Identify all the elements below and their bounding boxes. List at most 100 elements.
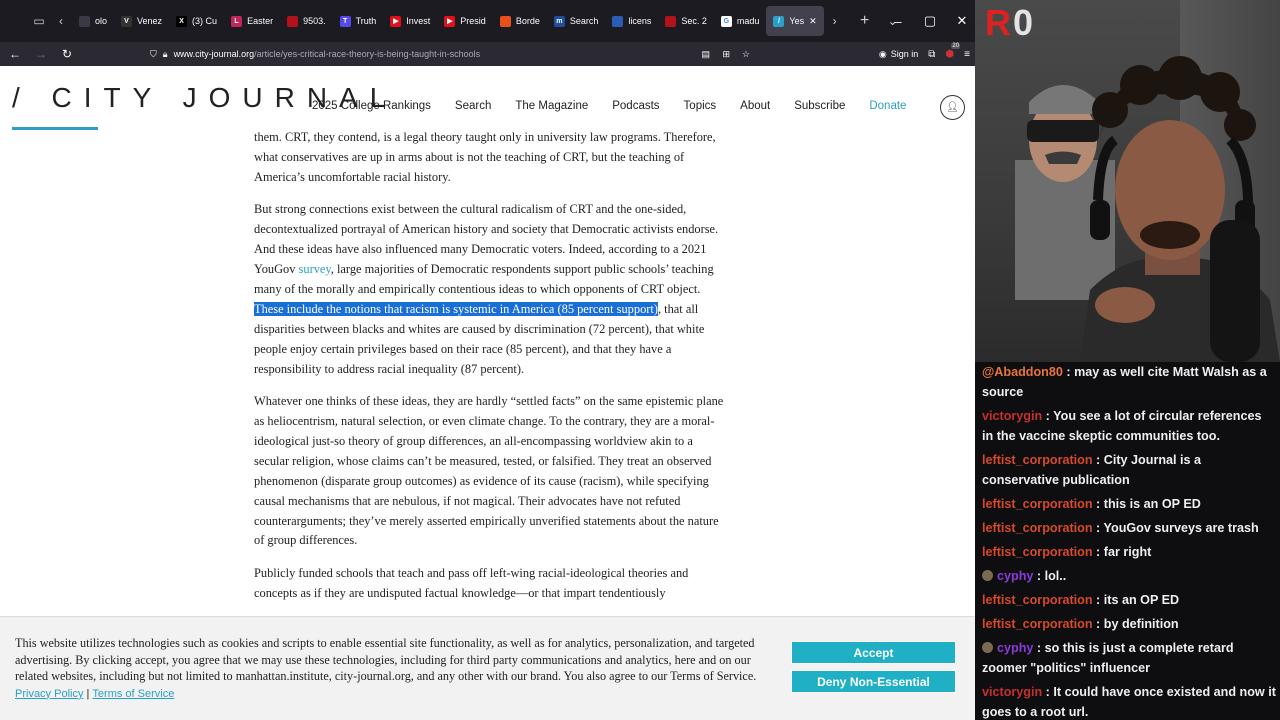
paragraph-1: them. CRT, they contend, is a legal theo…	[254, 130, 716, 184]
browser-tab[interactable]: m Search	[547, 6, 606, 36]
browser-tab[interactable]: 9503.	[280, 6, 333, 36]
chat-message: leftist_corporation : this is an OP ED	[982, 494, 1280, 518]
sign-in-button[interactable]: ◉ Sign in	[879, 49, 918, 60]
browser-tab[interactable]: ▶ Presid	[437, 6, 493, 36]
accept-button[interactable]: Accept	[791, 641, 956, 664]
minimize-icon[interactable]: –	[882, 14, 914, 29]
nav-donate[interactable]: Donate	[869, 100, 906, 112]
reading-progress-bar	[12, 127, 98, 130]
terms-of-service-link[interactable]: Terms of Service	[92, 688, 174, 700]
browser-nav-bar: ← → ↻ ⛉ 🔒︎ www.city-journal.org/article/…	[0, 42, 978, 66]
site-header: / CITY JOURNAL 2025 College Rankings Sea…	[0, 66, 978, 130]
browser-tab[interactable]: X (3) Cu	[169, 6, 224, 36]
lock-icon[interactable]: 🔒︎	[163, 49, 168, 60]
browser-tab[interactable]: Sec. 2	[658, 6, 714, 36]
chat-username[interactable]: victorygin	[982, 409, 1042, 423]
chat-username[interactable]: leftist_corporation	[982, 545, 1093, 559]
close-tab-icon[interactable]: ✕	[809, 16, 817, 27]
chat-username[interactable]: cyphy	[997, 569, 1033, 583]
chat-separator: :	[1092, 617, 1104, 631]
chat-text: its an OP ED	[1103, 593, 1180, 607]
chat-username[interactable]: cyphy	[997, 641, 1033, 655]
webcam-feed: R0	[975, 0, 1280, 362]
user-account-icon[interactable]: 👤︎	[940, 95, 965, 120]
window-controls: – ▢ ✕	[882, 0, 978, 42]
chat-text: far right	[1103, 545, 1152, 559]
tracking-shield-icon[interactable]: ⛉	[150, 49, 157, 60]
browser-tab[interactable]: T Truth	[333, 6, 384, 36]
nav-about[interactable]: About	[740, 100, 770, 112]
chat-username[interactable]: leftist_corporation	[982, 453, 1093, 467]
web-page: / CITY JOURNAL 2025 College Rankings Sea…	[0, 66, 978, 720]
browser-tab[interactable]: V Venez	[114, 6, 169, 36]
menu-icon[interactable]: ≡	[964, 49, 970, 60]
selected-text: These include the notions that racism is…	[254, 301, 658, 316]
user-badge-icon	[982, 642, 993, 653]
bookmark-star-icon[interactable]: ☆	[742, 49, 750, 60]
survey-link[interactable]: survey	[299, 262, 331, 276]
paragraph-2: But strong connections exist between the…	[254, 202, 719, 376]
new-tab-icon[interactable]: +	[854, 10, 876, 32]
tab-overview-icon[interactable]: ▭	[28, 10, 50, 32]
tab-favicon-icon	[287, 15, 299, 27]
privacy-policy-link[interactable]: Privacy Policy	[15, 688, 83, 700]
browser-tab[interactable]: / Yes ✕	[766, 6, 824, 36]
url-path: /article/yes-critical-race-theory-is-bei…	[254, 49, 481, 59]
tab-label: Easter	[247, 16, 274, 26]
nav-subscribe[interactable]: Subscribe	[794, 100, 845, 112]
tab-favicon-icon: L	[231, 15, 243, 27]
maximize-icon[interactable]: ▢	[914, 13, 946, 29]
url-bar[interactable]: ⛉ 🔒︎ www.city-journal.org/article/yes-cr…	[150, 45, 770, 63]
tab-label: Truth	[355, 16, 377, 26]
browser-tab[interactable]: L Easter	[224, 6, 280, 36]
tab-favicon-icon	[612, 15, 624, 27]
chat-separator: :	[1042, 685, 1054, 699]
browser-tab[interactable]: Gmadu	[714, 6, 767, 36]
browser-tab[interactable]: ▶ Invest	[383, 6, 437, 36]
tab-favicon-icon	[79, 15, 90, 27]
tab-label: olo	[95, 16, 108, 26]
back-icon[interactable]: ←	[2, 47, 28, 61]
nav-college-rankings[interactable]: 2025 College Rankings	[312, 100, 431, 112]
tab-label: 9503.	[303, 16, 326, 26]
reader-view-icon[interactable]: ▤	[701, 49, 710, 60]
tab-label: Yes	[789, 16, 805, 26]
nav-search[interactable]: Search	[455, 100, 491, 112]
browser-tab[interactable]: Borde	[493, 6, 547, 36]
chat-message: victorygin : It could have once existed …	[982, 682, 1280, 720]
tab-scroll-left-icon[interactable]: ‹	[50, 10, 72, 32]
nav-magazine[interactable]: The Magazine	[515, 100, 588, 112]
nav-podcasts[interactable]: Podcasts	[612, 100, 659, 112]
browser-tab[interactable]: licens	[605, 6, 658, 36]
tab-favicon-icon: T	[339, 15, 351, 27]
tab-favicon-icon: ▶	[390, 15, 402, 27]
tab-label: Search	[569, 16, 599, 26]
save-icon[interactable]: ⊞	[722, 49, 730, 60]
chat-username[interactable]: victorygin	[982, 685, 1042, 699]
ublock-badge: 20	[951, 42, 961, 49]
toolbar-right: ◉ Sign in ⧉ ⬢ 20 ≡	[879, 42, 970, 66]
ublock-icon[interactable]: ⬢ 20	[945, 42, 961, 60]
reload-icon[interactable]: ↻	[54, 47, 80, 61]
chat-separator: :	[1092, 497, 1104, 511]
deny-non-essential-button[interactable]: Deny Non-Essential	[791, 670, 956, 693]
nav-topics[interactable]: Topics	[684, 100, 717, 112]
chat-username[interactable]: @Abaddon80	[982, 365, 1063, 379]
tab-label: Sec. 2	[681, 16, 707, 26]
tab-favicon-icon: m	[553, 15, 565, 27]
chat-username[interactable]: leftist_corporation	[982, 497, 1093, 511]
forward-icon[interactable]: →	[28, 47, 54, 61]
account-icon: ◉	[878, 48, 887, 59]
tab-scroll-right-icon[interactable]: ›	[824, 10, 846, 32]
browser-tab[interactable]: olo	[72, 6, 114, 36]
chat-message: @Abaddon80 : may as well cite Matt Walsh…	[982, 362, 1280, 406]
tab-favicon-icon: X	[176, 15, 188, 27]
chat-username[interactable]: leftist_corporation	[982, 521, 1093, 535]
tab-label: Invest	[406, 16, 431, 26]
chat-username[interactable]: leftist_corporation	[982, 593, 1093, 607]
extensions-icon[interactable]: ⧉	[928, 49, 935, 60]
chat-username[interactable]: leftist_corporation	[982, 617, 1093, 631]
close-window-icon[interactable]: ✕	[946, 13, 978, 29]
tab-label: Presid	[460, 16, 486, 26]
chat-separator: :	[1062, 365, 1075, 379]
